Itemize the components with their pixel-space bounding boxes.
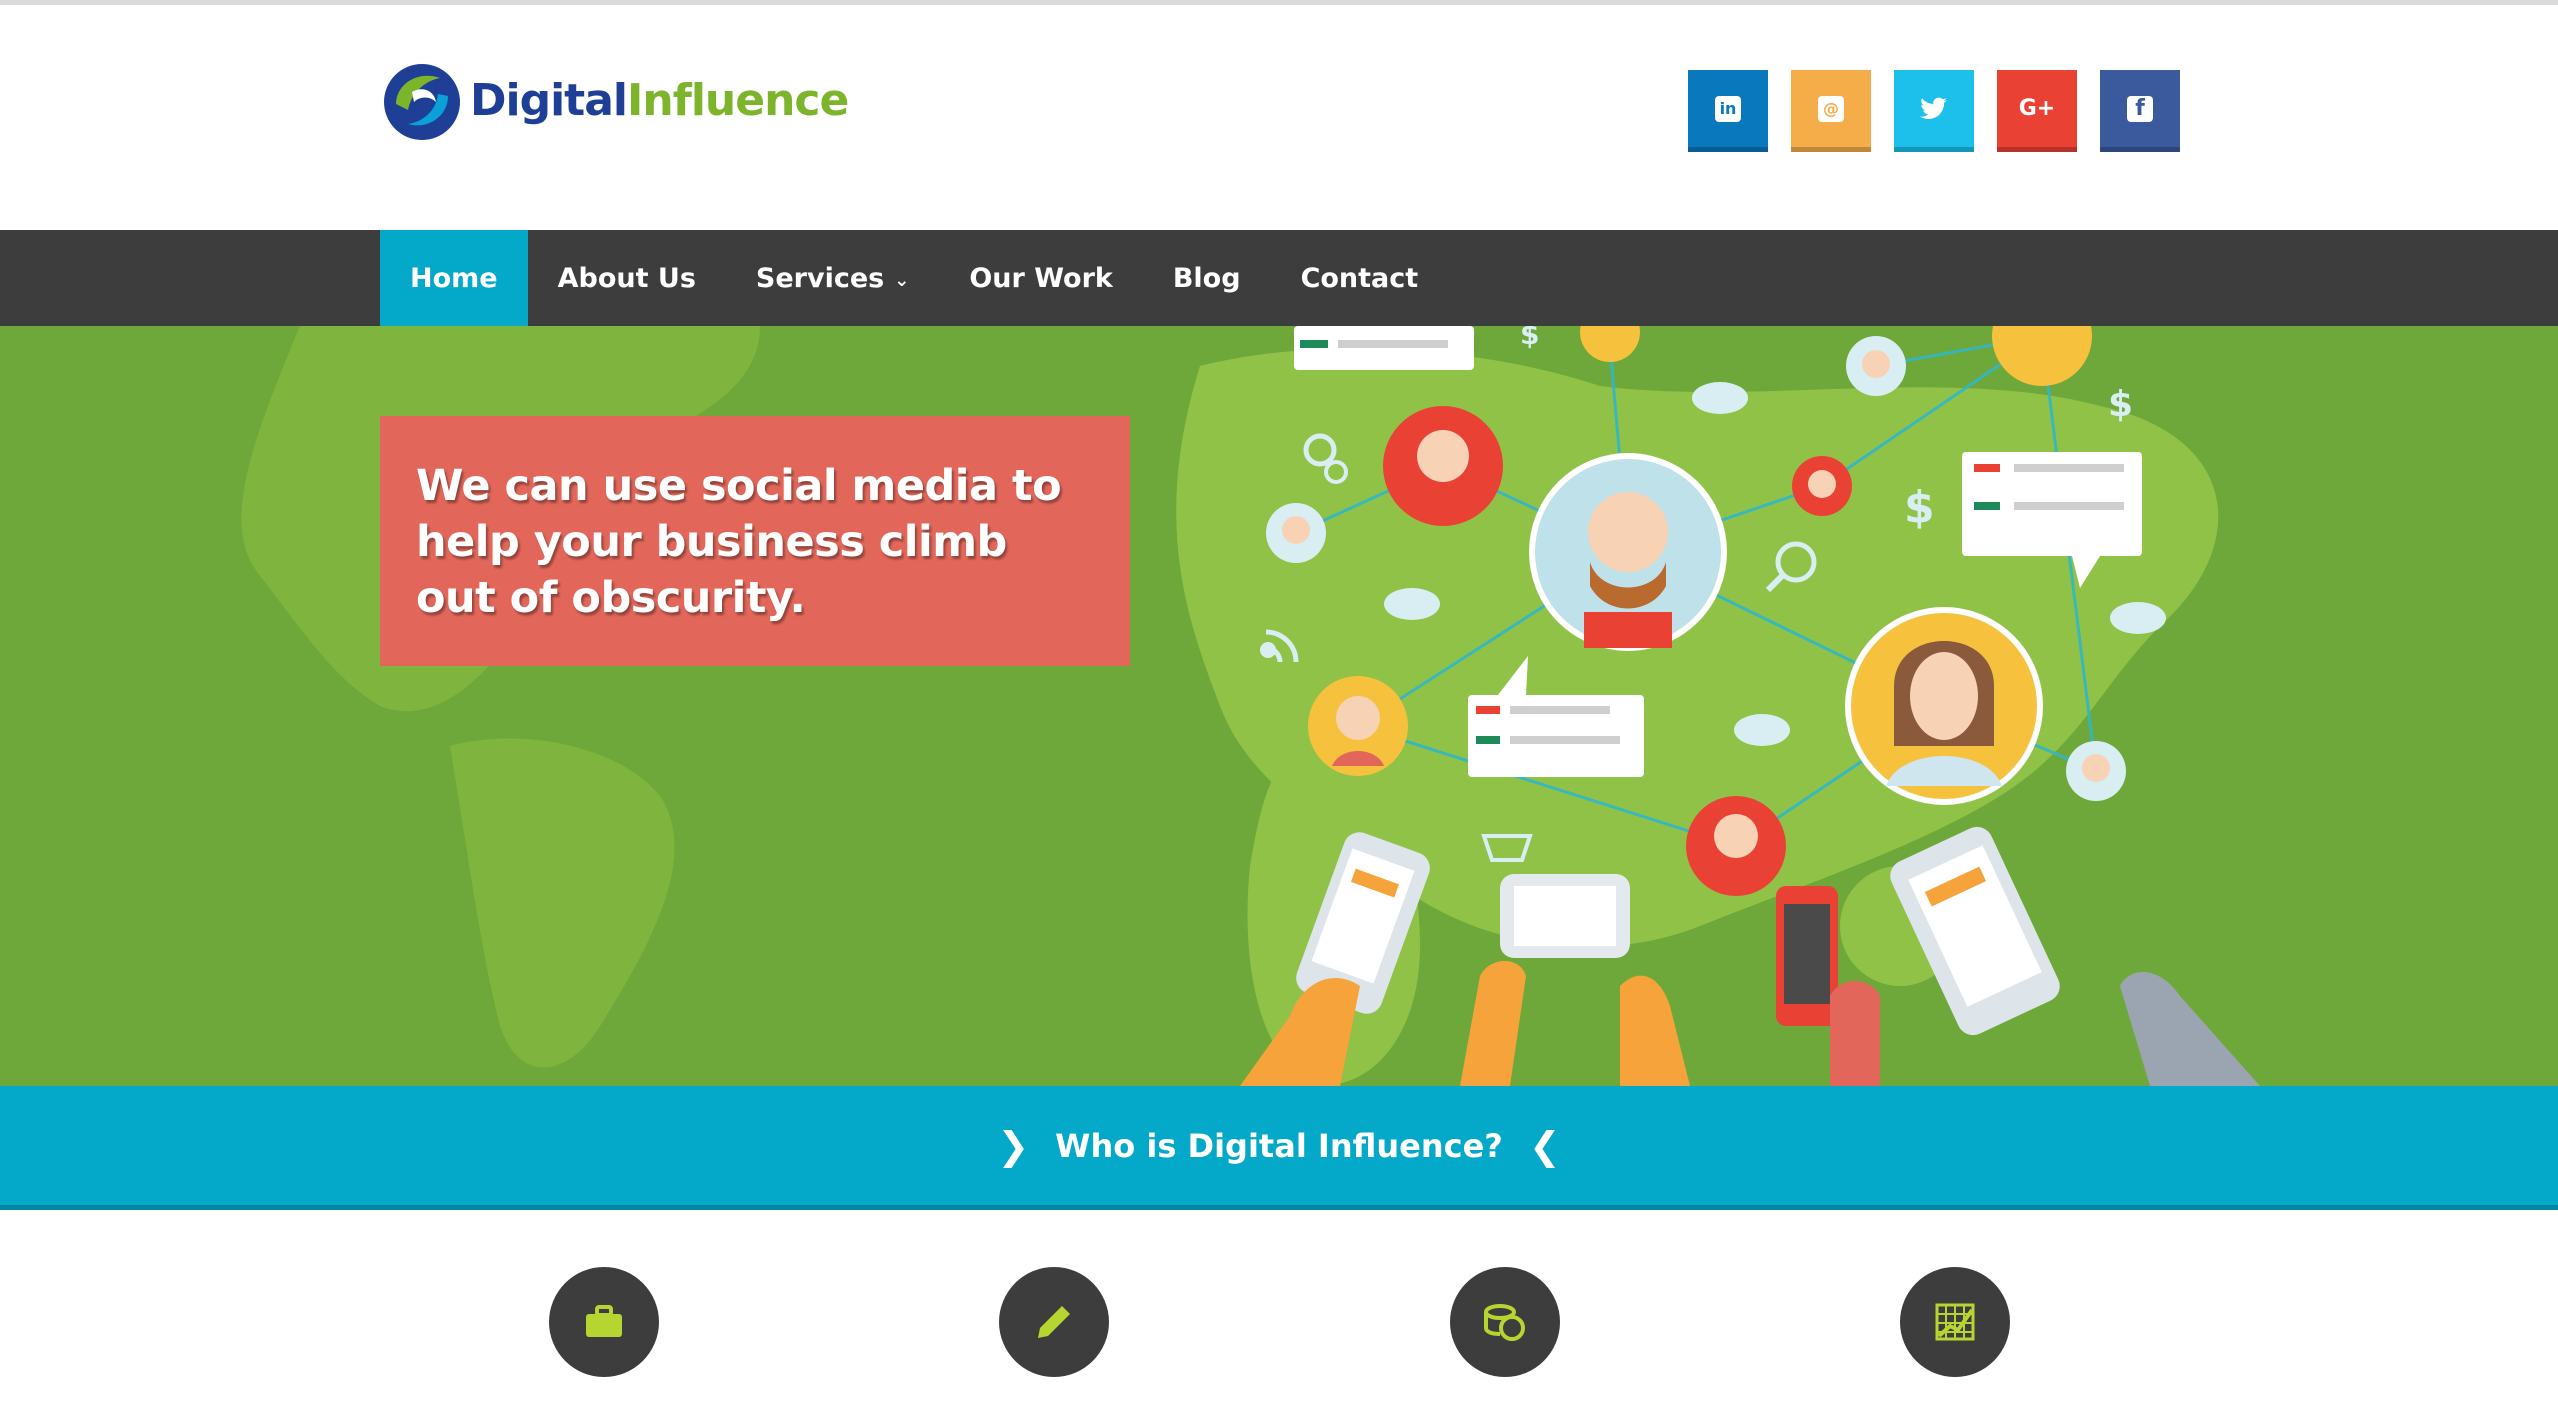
service-business[interactable] [549, 1267, 659, 1377]
service-content[interactable] [999, 1267, 1109, 1377]
linkedin-icon: in [1715, 95, 1741, 122]
email-button[interactable]: @ [1791, 70, 1871, 152]
logo-mark-icon [384, 64, 460, 140]
service-analytics[interactable] [1900, 1267, 2010, 1377]
briefcase-icon [586, 1305, 622, 1337]
band-title: Who is Digital Influence? [1055, 1126, 1503, 1165]
googleplus-icon: G+ [2018, 96, 2056, 121]
chevron-left-icon: ❮ [1528, 1123, 1561, 1168]
nav-blog-label: Blog [1172, 262, 1241, 294]
nav-home[interactable]: Home [380, 230, 528, 326]
nav-contact-label: Contact [1300, 262, 1419, 294]
chevron-right-icon: ❯ [997, 1123, 1030, 1168]
facebook-button[interactable]: f [2100, 70, 2180, 152]
hero-headline: We can use social media to help your bus… [416, 461, 1062, 623]
main-nav: Home About Us Services ⌄ Our Work Blog Co… [0, 230, 2558, 326]
who-is-band[interactable]: ❯ Who is Digital Influence? ❮ [0, 1086, 2558, 1210]
nav-blog[interactable]: Blog [1143, 230, 1271, 326]
nav-home-label: Home [410, 262, 498, 294]
nav-our-work-label: Our Work [969, 262, 1113, 294]
svg-text:$: $ [1904, 482, 1935, 533]
svg-text:$: $ [2108, 384, 2133, 425]
googleplus-button[interactable]: G+ [1997, 70, 2077, 152]
hero-headline-box: We can use social media to help your bus… [380, 416, 1130, 666]
nav-services-label: Services [755, 262, 885, 294]
svg-text:$: $ [1520, 326, 1539, 351]
service-coins[interactable] [1450, 1267, 1560, 1377]
twitter-icon [1920, 97, 1947, 119]
facebook-icon: f [2127, 95, 2153, 122]
twitter-button[interactable] [1894, 70, 1974, 152]
chart-icon [1935, 1303, 1975, 1341]
nav-contact[interactable]: Contact [1271, 230, 1449, 326]
services-section [0, 1210, 2558, 1410]
coins-icon [1484, 1304, 1525, 1341]
nav-about-us[interactable]: About Us [528, 230, 726, 326]
nav-services[interactable]: Services ⌄ [726, 230, 939, 326]
social-links: in @ G+ f [1688, 70, 2180, 152]
pencil-icon [1038, 1306, 1070, 1338]
nav-our-work[interactable]: Our Work [939, 230, 1143, 326]
email-icon: @ [1818, 95, 1844, 122]
linkedin-button[interactable]: in [1688, 70, 1768, 152]
hero-banner: $ $ $ We can use social media to help yo… [0, 326, 2558, 1086]
site-logo[interactable]: DigitalInfluence [378, 50, 849, 150]
site-header: DigitalInfluence in @ G+ f [0, 5, 2558, 230]
nav-about-label: About Us [557, 262, 696, 294]
logo-text: DigitalInfluence [470, 74, 849, 126]
chevron-down-icon: ⌄ [894, 269, 910, 291]
